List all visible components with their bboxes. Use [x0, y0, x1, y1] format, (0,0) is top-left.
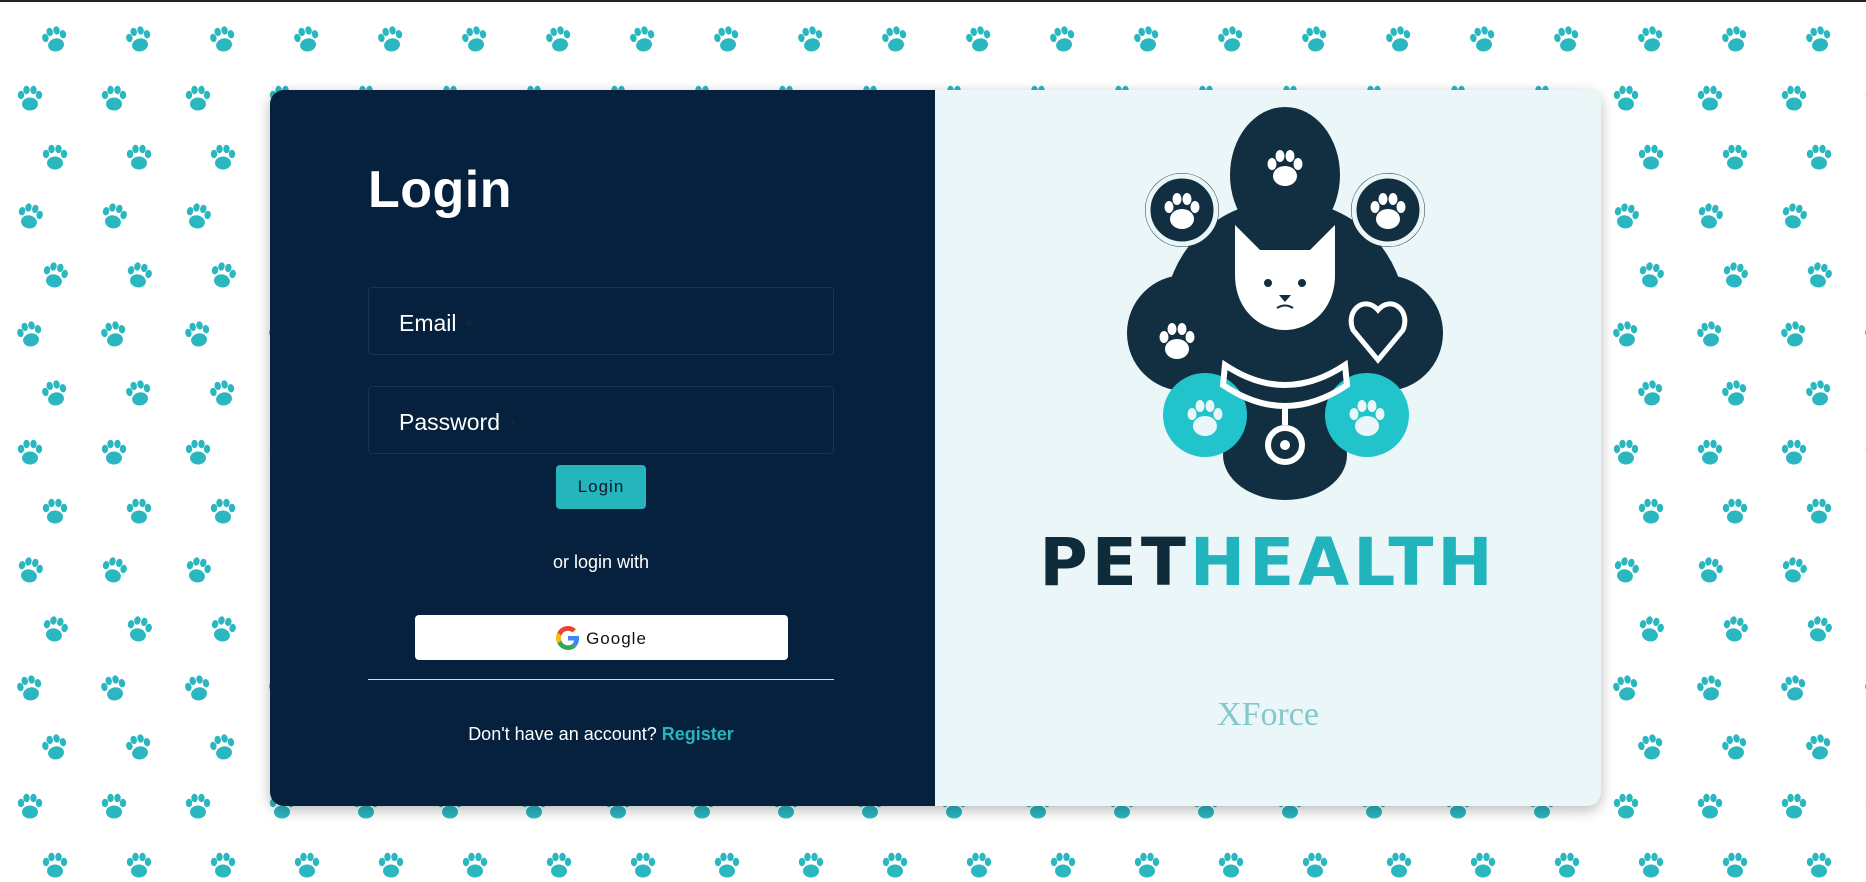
email-input[interactable]: [369, 288, 833, 354]
register-prompt: Don't have an account? Register: [270, 724, 932, 745]
no-account-text: Don't have an account?: [468, 724, 657, 744]
register-link[interactable]: Register: [662, 724, 734, 744]
or-login-with-text: or login with: [552, 552, 650, 572]
password-field[interactable]: Password *: [368, 386, 834, 454]
login-panel: Login Email * Password * Login or login wi…: [270, 90, 935, 806]
email-field[interactable]: Email *: [368, 287, 834, 355]
google-login-button[interactable]: Google: [415, 615, 788, 660]
brand-panel: PETHEALTH XForce: [935, 90, 1601, 806]
login-card: Login Email * Password * Login or login wi…: [270, 90, 1601, 806]
google-g-icon: [556, 625, 580, 650]
divider: [368, 679, 834, 680]
brand-subtitle: XForce: [1217, 696, 1319, 733]
pet-logo: [1127, 107, 1443, 500]
google-button-label: Google: [586, 629, 647, 648]
login-button[interactable]: Login: [556, 465, 646, 509]
password-input[interactable]: [369, 387, 833, 453]
login-title: Login: [368, 161, 513, 219]
brand-name: PETHEALTH: [1039, 524, 1497, 601]
